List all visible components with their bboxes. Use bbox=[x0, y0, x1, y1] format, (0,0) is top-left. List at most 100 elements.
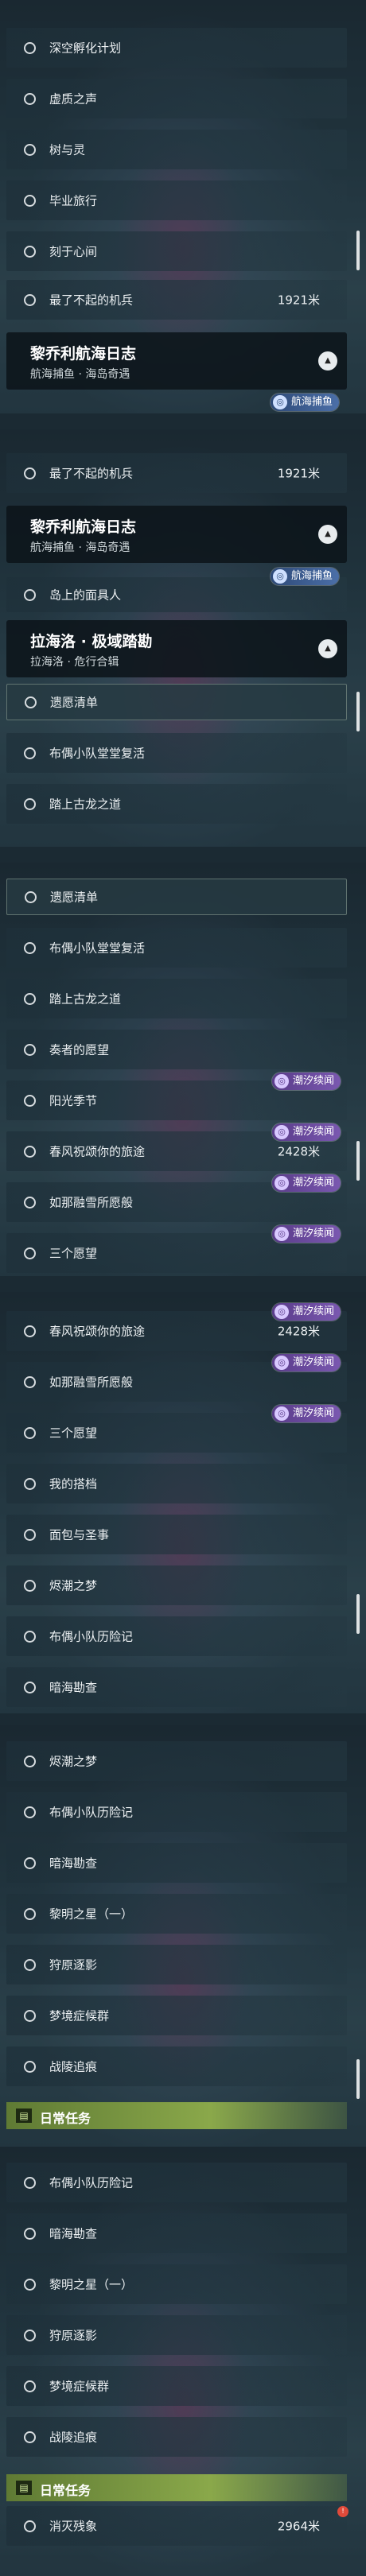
scrollbar[interactable] bbox=[356, 1141, 360, 1181]
quest-label: 阳光季节 bbox=[49, 1093, 98, 1108]
tag-badge: ◎ 潮汐续闻 bbox=[272, 1354, 341, 1371]
circle-outline-icon bbox=[24, 144, 36, 156]
quest-label: 春风祝颂你的旅途 bbox=[49, 1144, 146, 1159]
quest-row[interactable]: 布偶小队历险记 bbox=[6, 1616, 347, 1656]
circle-outline-icon bbox=[24, 589, 36, 601]
circle-outline-icon bbox=[24, 1959, 36, 1971]
circle-outline-icon bbox=[24, 747, 36, 759]
quest-label: 最了不起的机兵 bbox=[49, 293, 134, 308]
tide-icon: ◎ bbox=[274, 1227, 289, 1241]
circle-outline-icon bbox=[24, 1631, 36, 1643]
quest-label: 三个愿望 bbox=[49, 1246, 98, 1261]
tag-badge: ◎ 潮汐续闻 bbox=[272, 1303, 341, 1321]
quest-row[interactable]: 踏上古龙之道 bbox=[6, 979, 347, 1018]
quest-row[interactable]: 暗海勘查 bbox=[6, 1667, 347, 1707]
circle-outline-icon bbox=[24, 1806, 36, 1818]
quest-row[interactable]: 梦境症候群 bbox=[6, 1996, 347, 2035]
quest-row-selected[interactable]: 遗愿清单 bbox=[6, 684, 347, 720]
quest-row[interactable]: 烬潮之梦 bbox=[6, 1741, 347, 1781]
quest-row[interactable]: 布偶小队历险记 bbox=[6, 1792, 347, 1832]
badge-label: 潮汐续闻 bbox=[293, 1305, 335, 1317]
quest-row[interactable]: 黎明之星（一） bbox=[6, 2264, 347, 2304]
quest-row[interactable]: 毕业旅行 bbox=[6, 180, 347, 220]
quest-label: 遗愿清单 bbox=[50, 695, 99, 710]
quest-row[interactable]: 暗海勘查 bbox=[6, 2213, 347, 2253]
quest-label: 烬潮之梦 bbox=[49, 1754, 98, 1769]
quest-row[interactable]: 狩原逐影 bbox=[6, 1945, 347, 1984]
quest-label: 树与灵 bbox=[49, 142, 86, 157]
circle-outline-icon bbox=[24, 294, 36, 306]
quest-label: 踏上古龙之道 bbox=[49, 991, 122, 1007]
circle-outline-icon bbox=[24, 1529, 36, 1541]
circle-outline-icon bbox=[24, 2177, 36, 2189]
quest-label: 烬潮之梦 bbox=[49, 1578, 98, 1593]
quest-row[interactable]: 黎明之星（一） bbox=[6, 1894, 347, 1934]
quest-label: 踏上古龙之道 bbox=[49, 797, 122, 812]
quest-label: 春风祝颂你的旅途 bbox=[49, 1324, 146, 1339]
circle-outline-icon bbox=[24, 1682, 36, 1693]
quest-row[interactable]: 狩原逐影 bbox=[6, 2315, 347, 2355]
quest-row[interactable]: 刻于心间 bbox=[6, 231, 347, 271]
scrollbar[interactable] bbox=[356, 692, 360, 731]
badge-label: 航海捕鱼 bbox=[291, 570, 333, 582]
daily-tasks-label: 日常任务 bbox=[40, 2483, 92, 2498]
quest-label: 狩原逐影 bbox=[49, 1957, 98, 1973]
quest-row[interactable]: 踏上古龙之道 bbox=[6, 784, 347, 824]
quest-row[interactable]: 树与灵 bbox=[6, 130, 347, 169]
circle-outline-icon bbox=[24, 1044, 36, 1056]
badge-label: 航海捕鱼 bbox=[291, 396, 333, 408]
quest-row-selected[interactable]: 遗愿清单 bbox=[6, 879, 347, 915]
quest-distance: 2428米 bbox=[277, 1144, 320, 1159]
circle-outline-icon bbox=[24, 1376, 36, 1388]
quest-row[interactable]: 最了不起的机兵 1921米 bbox=[6, 280, 347, 320]
circle-outline-icon bbox=[24, 42, 36, 54]
quest-label: 岛上的面具人 bbox=[49, 588, 122, 603]
quest-group-header[interactable]: 黎乔利航海日志 航海捕鱼 · 海岛奇遇 ▲ bbox=[6, 506, 347, 563]
group-subtitle: 航海捕鱼 · 海岛奇遇 bbox=[30, 368, 130, 381]
quest-row[interactable]: 布偶小队堂堂复活 bbox=[6, 928, 347, 968]
circle-outline-icon bbox=[25, 696, 37, 708]
circle-outline-icon bbox=[24, 2431, 36, 2443]
badge-label: 潮汐续闻 bbox=[293, 1407, 335, 1419]
quest-row[interactable]: 梦境症候群 bbox=[6, 2366, 347, 2406]
scrollbar[interactable] bbox=[356, 1594, 360, 1634]
tide-icon: ◎ bbox=[273, 395, 287, 409]
quest-label: 布偶小队历险记 bbox=[49, 1629, 134, 1644]
quest-label: 布偶小队历险记 bbox=[49, 1805, 134, 1820]
tide-icon: ◎ bbox=[274, 1356, 289, 1370]
quest-row[interactable]: 面包与圣事 bbox=[6, 1515, 347, 1554]
circle-outline-icon bbox=[24, 93, 36, 105]
scrollbar[interactable] bbox=[356, 231, 360, 270]
quest-label: 战陵追痕 bbox=[49, 2430, 98, 2445]
badge-label: 潮汐续闻 bbox=[293, 1228, 335, 1240]
quest-row[interactable]: 战陵追痕 bbox=[6, 2046, 347, 2086]
quest-label: 布偶小队堂堂复活 bbox=[49, 746, 146, 761]
quest-row[interactable]: 布偶小队历险记 bbox=[6, 2163, 347, 2202]
circle-outline-icon bbox=[24, 1755, 36, 1767]
group-subtitle: 航海捕鱼 · 海岛奇遇 bbox=[30, 541, 130, 554]
quest-row[interactable]: 战陵追痕 bbox=[6, 2417, 347, 2457]
quest-row[interactable]: 烬潮之梦 bbox=[6, 1565, 347, 1605]
quest-group-header[interactable]: 拉海洛 · 极域踏勘 拉海洛 · 危行合辑 ▲ bbox=[6, 620, 347, 677]
quest-label: 战陵追痕 bbox=[49, 2059, 98, 2074]
quest-row[interactable]: 深空孵化计划 bbox=[6, 28, 347, 68]
quest-row[interactable]: 布偶小队堂堂复活 bbox=[6, 733, 347, 773]
quest-label: 暗海勘查 bbox=[49, 2226, 98, 2241]
daily-tasks-header[interactable]: ▤ 日常任务 bbox=[6, 2474, 347, 2501]
quest-row[interactable]: 暗海勘查 bbox=[6, 1843, 347, 1883]
quest-row[interactable]: 奏者的愿望 bbox=[6, 1030, 347, 1069]
chevron-up-icon[interactable]: ▲ bbox=[318, 525, 337, 544]
quest-row[interactable]: 我的搭档 bbox=[6, 1464, 347, 1503]
quest-row[interactable]: 消灭残象 2964米 bbox=[6, 2506, 347, 2546]
badge-label: 潮汐续闻 bbox=[293, 1126, 335, 1138]
scrollbar[interactable] bbox=[356, 2059, 360, 2099]
chevron-up-icon[interactable]: ▲ bbox=[318, 639, 337, 658]
quest-row[interactable]: 虚质之声 bbox=[6, 79, 347, 118]
tag-badge: ◎ 潮汐续闻 bbox=[272, 1225, 341, 1243]
daily-tasks-header[interactable]: ▤ 日常任务 bbox=[6, 2102, 347, 2129]
quest-group-header[interactable]: 黎乔利航海日志 航海捕鱼 · 海岛奇遇 ▲ bbox=[6, 332, 347, 390]
daily-tasks-label: 日常任务 bbox=[40, 2111, 92, 2126]
quest-label: 如那融雪所愿般 bbox=[49, 1375, 134, 1390]
quest-row[interactable]: 最了不起的机兵 1921米 bbox=[6, 453, 347, 493]
chevron-up-icon[interactable]: ▲ bbox=[318, 351, 337, 370]
